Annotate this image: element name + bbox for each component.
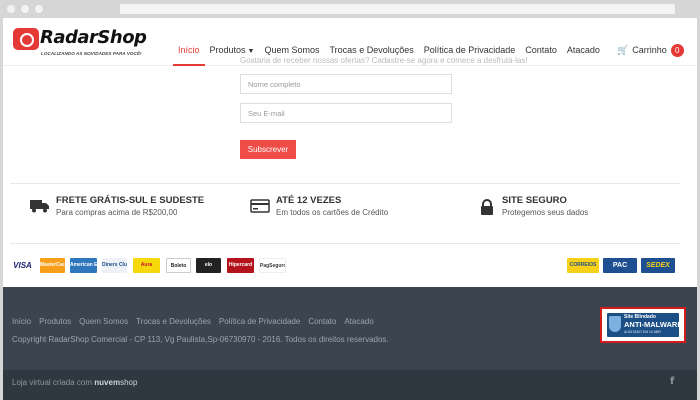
seal-badge: Site Blindado ANTI-MALWARE AUDITADO EM 1… [607,313,683,337]
site-footer: Início Produtos Quem Somos Trocas e Devo… [3,287,697,370]
footer-link-privacidade[interactable]: Política de Privacidade [219,317,300,326]
nav-item-atacado[interactable]: Atacado [562,18,605,66]
shopping-cart-icon: 🛒 [617,45,629,55]
feature-title: FRETE GRÁTIS-SUL E SUDESTE [56,195,205,206]
payment-mastercard-logo: MasterCard [40,258,65,273]
subscribe-button[interactable]: Subscrever [240,140,296,159]
logo-name: RadarShop [40,27,147,48]
footer-link-contato[interactable]: Contato [308,317,336,326]
payment-amex-logo: American Express [70,258,97,273]
bottom-bar: Loja virtual criada com nuvemshop f [3,370,697,400]
radar-logo-icon [13,28,39,50]
shield-icon [609,316,621,332]
name-field[interactable] [240,74,452,94]
nav-item-label: Atacado [566,45,600,55]
anti-malware-seal[interactable]: Site Blindado ANTI-MALWARE AUDITADO EM 1… [600,307,686,343]
powered-by[interactable]: Loja virtual criada com nuvemshop [12,378,137,387]
logo-tagline: LOCALIZANDO AS NOVIDADES PARA VOCÊ! [41,51,142,56]
window-minimize-dot[interactable] [21,5,29,13]
powered-prefix: Loja virtual criada com [12,378,93,387]
payment-aura-logo: Aura [133,258,160,273]
window-maximize-dot[interactable] [35,5,43,13]
feature-title: ATÉ 12 VEZES [276,195,342,206]
nav-item-label: Contato [525,45,557,55]
footer-link-inicio[interactable]: Início [12,317,31,326]
section-divider [10,183,680,184]
nav-item-label: Política de Privacidade [423,45,516,55]
footer-link-atacado[interactable]: Atacado [344,317,373,326]
payment-visa-logo: VISA [10,258,35,273]
credit-card-icon [250,199,270,218]
seal-bottom-text: AUDITADO EM 10 ABR [624,330,661,334]
chevron-down-icon: ▼ [247,48,255,55]
footer-link-produtos[interactable]: Produtos [39,317,71,326]
nav-item-label: Produtos [209,45,246,55]
cart-button[interactable]: 🛒 Carrinho 0 [617,18,684,66]
feature-subtitle: Em todos os cartões de Crédito [276,208,389,217]
feature-subtitle: Para compras acima de R$200,00 [56,208,178,217]
nav-item-label: Início [178,45,200,55]
shipping-pac-logo: PAC [603,258,637,273]
feature-title: SITE SEGURO [502,195,567,206]
nav-item-label: Trocas e Devoluções [329,45,414,55]
section-divider [10,243,680,244]
email-field[interactable] [240,103,452,123]
payment-pagseguro-logo: PagSeguro [259,258,286,273]
footer-nav: Início Produtos Quem Somos Trocas e Devo… [12,317,382,326]
shipping-sedex-logo: SEDEX [641,258,675,273]
payment-diners-logo: Diners Club [102,258,127,273]
address-bar[interactable] [120,4,675,14]
footer-link-quem-somos[interactable]: Quem Somos [79,317,128,326]
truck-icon [30,199,50,218]
seal-main-text: ANTI-MALWARE [624,320,683,329]
newsletter-intro: Gostaria de receber nossas ofertas? Cada… [240,56,528,65]
window-close-dot[interactable] [7,5,15,13]
nuvemshop-logo-part-b: shop [120,378,138,387]
copyright-text: Copyright RadarShop Comercial - CP 113, … [12,335,389,344]
footer-link-trocas[interactable]: Trocas e Devoluções [136,317,211,326]
shipping-correios-logo: CORREIOS [567,258,599,273]
payment-hipercard-logo: Hipercard [227,258,254,273]
browser-chrome [0,0,700,18]
payment-elo-logo: elo [196,258,221,273]
payment-boleto-logo: Boleto [166,258,191,273]
nuvemshop-logo-part-a: nuvem [94,378,121,387]
lock-icon [480,199,494,220]
cart-count-badge: 0 [670,44,684,58]
cart-label: Carrinho [632,45,667,55]
feature-subtitle: Protegemos seus dados [502,208,589,217]
nav-item-inicio[interactable]: Início [173,18,205,66]
facebook-icon[interactable]: f [670,376,674,387]
nav-item-label: Quem Somos [264,45,320,55]
site-logo[interactable]: RadarShop LOCALIZANDO AS NOVIDADES PARA … [13,26,158,60]
